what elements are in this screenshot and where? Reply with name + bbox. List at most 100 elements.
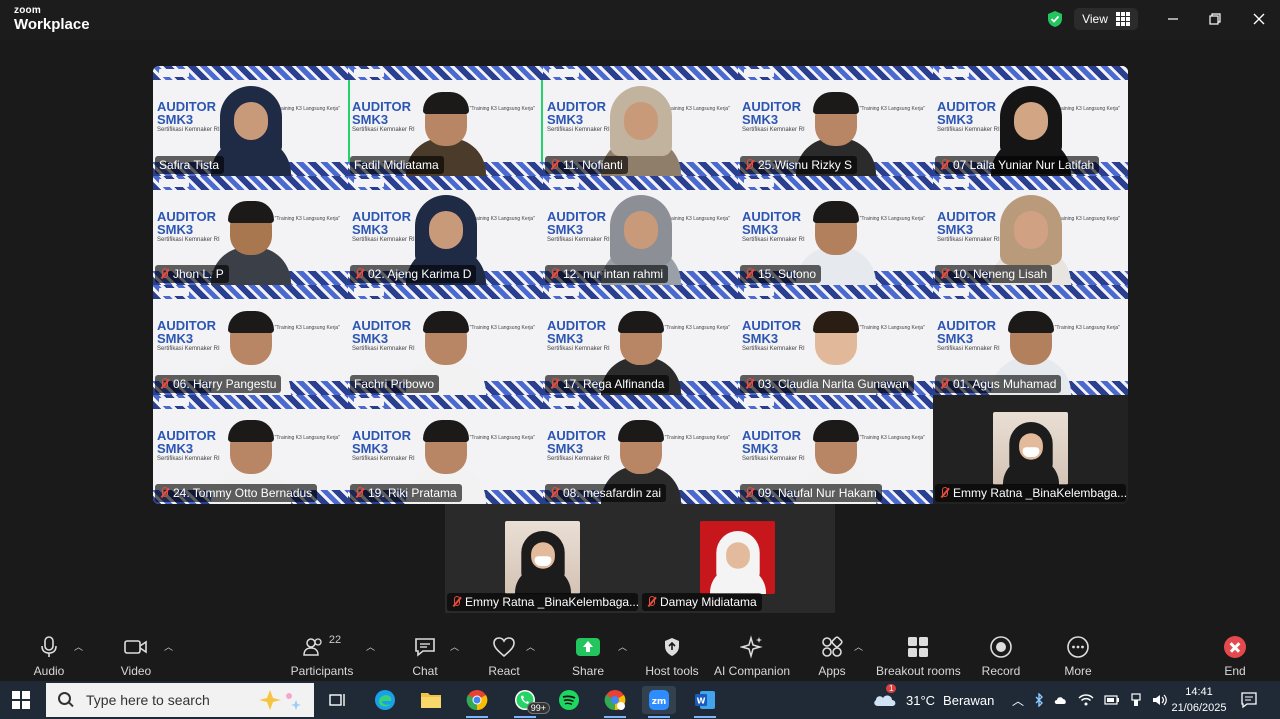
restore-icon[interactable] (1204, 8, 1226, 30)
zoom-app-icon[interactable]: zm (642, 686, 676, 718)
muted-mic-icon (549, 268, 559, 280)
video-button[interactable]: Video (116, 634, 156, 678)
weather-temp: 31°C (906, 692, 936, 708)
background-logo (354, 397, 384, 406)
muted-mic-icon (159, 377, 169, 390)
zoom-logo: zoom Workplace (14, 6, 90, 33)
participant-tile[interactable]: AUDITOR SMK3 Sertifikasi Kemnaker RI "Train… (153, 394, 348, 504)
audio-button[interactable]: Audio (30, 634, 68, 678)
participant-name-tag: Fachri Pribowo (350, 374, 440, 393)
meeting-toolbar: Audio ︿ Video ︿ 22 Participants ︿ Chat ︿… (0, 630, 1280, 681)
share-button[interactable]: Share (570, 634, 606, 678)
more-dots-icon (1067, 636, 1089, 658)
participant-name-tag: Jhon L. P (155, 265, 229, 283)
end-meeting-icon (1224, 636, 1246, 658)
chat-button[interactable]: Chat (406, 634, 444, 678)
face-shape (1013, 211, 1048, 249)
taskbar-search-box[interactable]: Type here to search (46, 683, 314, 717)
react-button[interactable]: React (486, 634, 522, 678)
weather-widget[interactable]: 1 31°C Berawan (872, 681, 994, 719)
notifications-icon[interactable] (1240, 691, 1258, 709)
edge-browser-icon[interactable] (368, 686, 402, 714)
end-button[interactable]: End (1218, 634, 1252, 678)
file-explorer-icon[interactable] (414, 686, 448, 714)
participant-tile[interactable]: AUDITOR SMK3 Sertifikasi Kemnaker RI "Train… (153, 175, 348, 285)
participant-tile[interactable]: AUDITOR SMK3 Sertifikasi Kemnaker RI "Train… (348, 285, 543, 395)
minimize-icon[interactable] (1162, 8, 1184, 30)
onedrive-cloud-icon[interactable] (1054, 693, 1068, 707)
participant-tile[interactable]: AUDITOR SMK3 Sertifikasi Kemnaker RI "Train… (933, 175, 1128, 285)
participant-name: 01. Agus Muhamad (953, 376, 1057, 391)
whatsapp-icon[interactable]: 99+ (508, 686, 550, 718)
participant-tile[interactable]: AUDITOR SMK3 Sertifikasi Kemnaker RI "Train… (738, 285, 933, 395)
encryption-shield-icon[interactable] (1046, 10, 1064, 28)
participant-tile[interactable]: Damay Midiatama (640, 504, 835, 613)
task-view-icon[interactable] (320, 686, 354, 714)
participant-tile[interactable]: AUDITOR SMK3 Sertifikasi Kemnaker RI "Train… (348, 66, 543, 176)
participant-tile[interactable]: AUDITOR SMK3 Sertifikasi Kemnaker RI "Train… (348, 394, 543, 504)
react-caret-icon[interactable]: ︿ (526, 640, 535, 653)
participants-count: 22 (328, 634, 342, 646)
word-icon[interactable]: W (688, 686, 722, 718)
participant-name-tag: Emmy Ratna _BinaKelembaga... (935, 484, 1126, 502)
view-button[interactable]: View (1074, 8, 1138, 30)
participant-tile[interactable]: AUDITOR SMK3 Sertifikasi Kemnaker RI "Train… (153, 285, 348, 395)
participants-label: Participants (290, 664, 354, 678)
participant-figure (511, 524, 574, 594)
video-options-caret-icon[interactable]: ︿ (164, 640, 173, 653)
usb-device-icon[interactable] (1130, 693, 1142, 707)
close-icon[interactable] (1248, 8, 1270, 30)
participant-name: 17. Rega Alfinanda (563, 376, 665, 391)
participant-tile[interactable]: Emmy Ratna _BinaKelembaga... (933, 394, 1128, 504)
participant-name-tag: 25.Wisnu Rizky S (740, 155, 858, 174)
audio-options-caret-icon[interactable]: ︿ (74, 640, 83, 653)
tray-overflow-chevron-icon[interactable]: ︿ (1012, 692, 1024, 709)
audio-label: Audio (33, 664, 65, 678)
weather-alert-badge: 1 (886, 683, 897, 693)
hair-shape (812, 201, 859, 223)
participant-tile[interactable]: AUDITOR SMK3 Sertifikasi Kemnaker RI "Train… (543, 394, 738, 504)
hair-shape (422, 310, 469, 333)
participant-tile[interactable]: AUDITOR SMK3 Sertifikasi Kemnaker RI "Train… (543, 285, 738, 395)
more-button[interactable]: More (1060, 634, 1096, 678)
participants-button[interactable]: 22 Participants (290, 634, 354, 678)
participant-tile[interactable]: AUDITOR SMK3 Sertifikasi Kemnaker RI "Train… (153, 66, 348, 176)
participant-tile[interactable]: AUDITOR SMK3 Sertifikasi Kemnaker RI "Train… (738, 175, 933, 285)
battery-icon[interactable] (1104, 694, 1120, 706)
wifi-icon[interactable] (1078, 693, 1094, 707)
more-label: More (1064, 664, 1092, 678)
bluetooth-icon[interactable] (1034, 693, 1044, 707)
svg-text:zm: zm (652, 697, 667, 707)
host-tools-label: Host tools (645, 664, 699, 678)
participant-photo (700, 521, 775, 594)
background-logo (549, 69, 579, 77)
participant-tile[interactable]: AUDITOR SMK3 Sertifikasi Kemnaker RI "Train… (543, 66, 738, 176)
share-caret-icon[interactable]: ︿ (618, 640, 627, 653)
apps-button[interactable]: Apps (814, 634, 850, 678)
participant-tile[interactable]: AUDITOR SMK3 Sertifikasi Kemnaker RI "Train… (543, 175, 738, 285)
react-label: React (488, 664, 520, 678)
chrome-profile-icon[interactable] (598, 686, 632, 718)
participant-tile[interactable]: AUDITOR SMK3 Sertifikasi Kemnaker RI "Train… (738, 394, 933, 504)
record-button[interactable]: Record (980, 634, 1022, 678)
breakout-rooms-button[interactable]: Breakout rooms (876, 634, 961, 678)
chrome-browser-icon[interactable] (460, 686, 494, 718)
hair-shape (227, 420, 274, 442)
participant-tile[interactable]: AUDITOR SMK3 Sertifikasi Kemnaker RI "Train… (933, 285, 1128, 395)
participant-tile[interactable]: AUDITOR SMK3 Sertifikasi Kemnaker RI "Train… (933, 66, 1128, 176)
spotify-icon[interactable] (552, 686, 586, 714)
apps-caret-icon[interactable]: ︿ (854, 640, 863, 653)
view-label: View (1082, 12, 1108, 26)
participant-name: Safira Tista (159, 157, 220, 172)
ai-companion-button[interactable]: AI Companion (714, 634, 790, 678)
participant-name-tag: 08. mesafardin zai (545, 484, 667, 502)
participants-caret-icon[interactable]: ︿ (366, 640, 375, 653)
host-tools-button[interactable]: Host tools (644, 634, 700, 678)
participant-tile[interactable]: AUDITOR SMK3 Sertifikasi Kemnaker RI "Train… (738, 66, 933, 176)
taskbar-clock[interactable]: 14:41 21/06/2025 (1166, 684, 1232, 716)
chat-caret-icon[interactable]: ︿ (450, 640, 459, 653)
participant-tile[interactable]: AUDITOR SMK3 Sertifikasi Kemnaker RI "Train… (348, 175, 543, 285)
participant-tile[interactable]: Emmy Ratna _BinaKelembaga... (445, 504, 640, 613)
windows-start-icon[interactable] (12, 691, 30, 709)
participants-icon (303, 638, 322, 656)
